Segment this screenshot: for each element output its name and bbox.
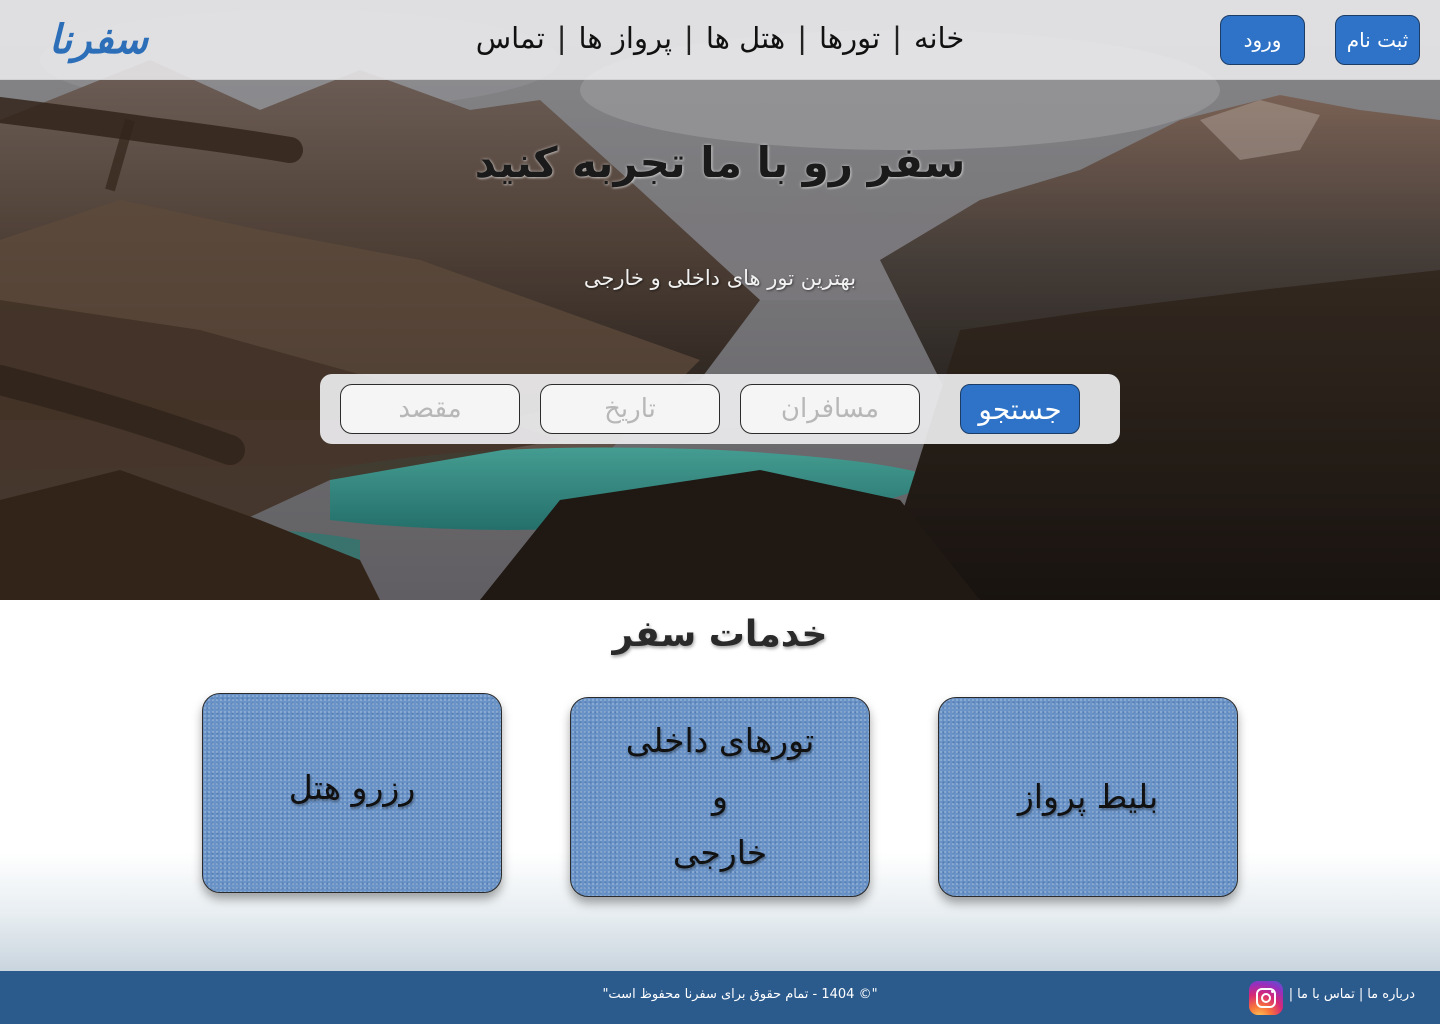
instagram-icon-dot	[1271, 990, 1274, 993]
footer-contact-link[interactable]: تماس با ما	[1297, 987, 1355, 1002]
top-navbar: سفرنا خانه | تورها | هتل ها | پرواز ها |…	[0, 0, 1440, 80]
nav-tours[interactable]: تورها	[817, 21, 882, 55]
hero-banner	[0, 0, 1440, 600]
site-logo[interactable]: سفرنا	[49, 4, 148, 76]
instagram-icon[interactable]	[1249, 981, 1283, 1015]
footer-separator: |	[1288, 987, 1294, 1002]
services-title: خدمات سفر	[612, 614, 828, 655]
footer-links: درباره ما | تماس با ما |	[1289, 987, 1415, 1002]
footer-about-link[interactable]: درباره ما	[1367, 987, 1415, 1002]
date-input[interactable]	[540, 384, 720, 434]
main-nav: خانه | تورها | هتل ها | پرواز ها | تماس	[470, 18, 970, 58]
nav-separator: |	[892, 21, 902, 55]
service-card-tours[interactable]: تورهای داخلی و خارجی	[570, 697, 870, 897]
service-card-hotel-booking[interactable]: رزرو هتل	[202, 693, 502, 893]
footer-separator: |	[1358, 987, 1364, 1002]
service-card-label: تورهای داخلی و خارجی	[625, 721, 815, 872]
hero-subtitle: بهترین تور های داخلی و خارجی	[583, 266, 857, 290]
instagram-icon-lens	[1261, 993, 1271, 1003]
nav-hotels[interactable]: هتل ها	[704, 21, 787, 55]
nav-contact[interactable]: تماس	[474, 21, 547, 55]
service-card-flight-ticket[interactable]: بلیط پرواز	[938, 697, 1238, 897]
nav-separator: |	[556, 21, 567, 55]
copyright-text: "© 1404 - تمام حقوق برای سفرنا محفوظ است…	[602, 987, 878, 1002]
search-button[interactable]: جستجو	[960, 384, 1080, 434]
passengers-input[interactable]	[740, 384, 920, 434]
footer: "© 1404 - تمام حقوق برای سفرنا محفوظ است…	[0, 971, 1440, 1024]
register-button[interactable]: ثبت نام	[1335, 15, 1420, 65]
service-card-label: رزرو هتل	[288, 768, 416, 807]
hero-title: سفر رو با ما تجربه کنید	[474, 138, 966, 187]
nav-separator: |	[684, 21, 694, 55]
nav-separator: |	[797, 21, 807, 55]
nav-flights[interactable]: پرواز ها	[577, 21, 675, 55]
search-panel: جستجو	[320, 374, 1120, 444]
hero-background-image	[0, 0, 1440, 600]
nav-home[interactable]: خانه	[912, 21, 966, 55]
service-card-label: بلیط پرواز	[1017, 777, 1159, 816]
login-button[interactable]: ورود	[1220, 15, 1305, 65]
destination-input[interactable]	[340, 384, 520, 434]
